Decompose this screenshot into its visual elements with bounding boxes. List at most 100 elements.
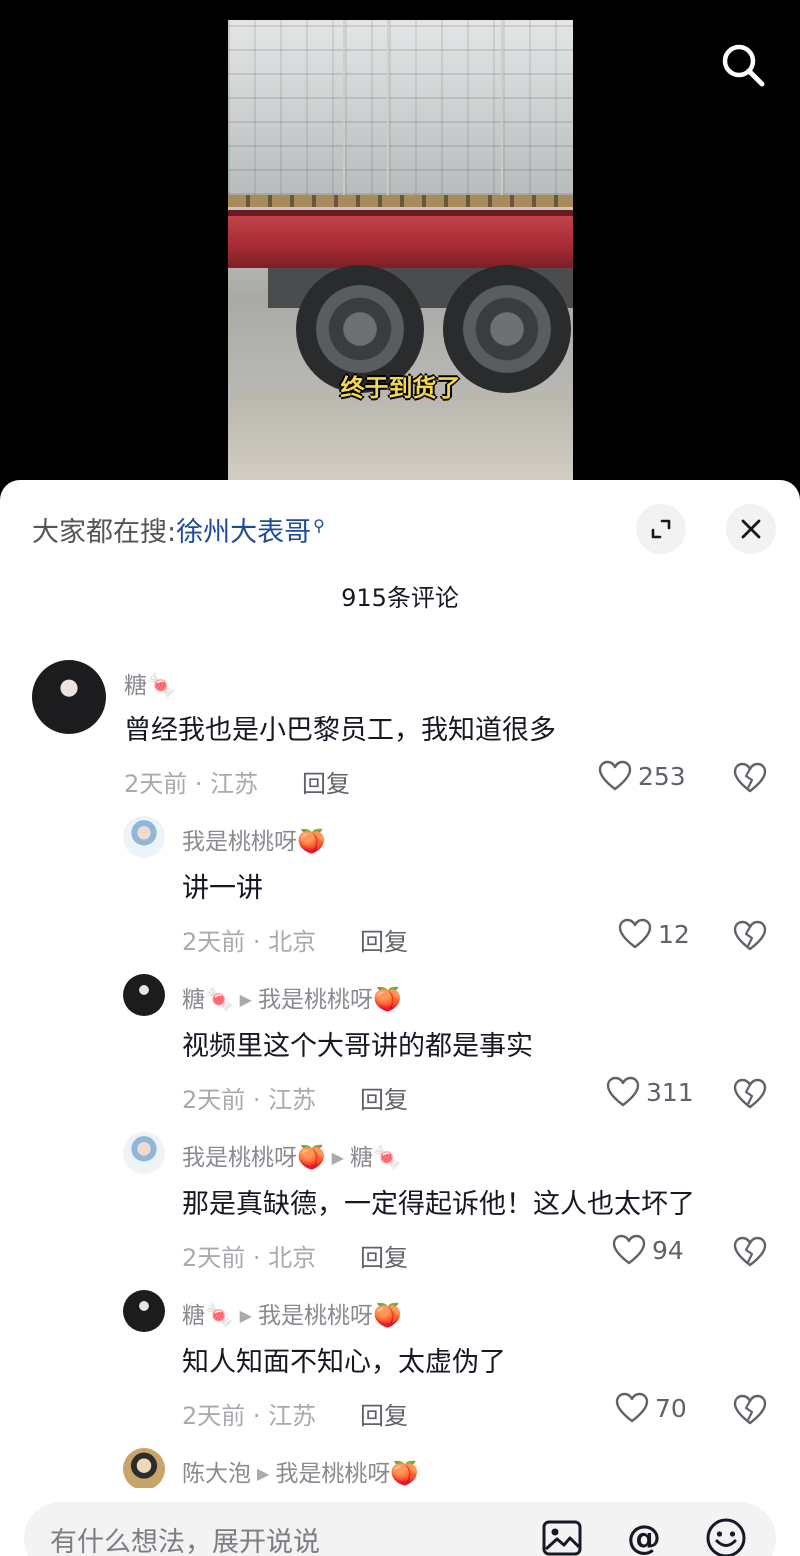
comment-text: 视频里这个大哥讲的都是事实 [182, 1031, 533, 1062]
expand-button[interactable] [636, 504, 686, 554]
cargo-stack [503, 20, 573, 195]
expand-icon [651, 519, 671, 539]
like-count: 253 [638, 761, 686, 791]
username-text: 糖🍬 [182, 1303, 234, 1329]
image-icon [542, 1520, 582, 1556]
reply-button[interactable]: 回复 [360, 1396, 408, 1431]
like-count: 94 [652, 1235, 684, 1265]
comment-text: 曾经我也是小巴黎员工，我知道很多 [124, 715, 556, 746]
username-text: 陈大泡 [182, 1461, 251, 1487]
close-button[interactable] [726, 504, 776, 554]
like-button[interactable]: 311 [606, 1076, 694, 1108]
search-icon [722, 44, 765, 87]
broken-heart-icon [733, 762, 767, 793]
avatar[interactable] [123, 974, 165, 1016]
image-button[interactable] [540, 1516, 584, 1556]
comment-input[interactable]: 有什么想法，展开说说 @ [24, 1502, 776, 1556]
reply-item: 我是桃桃呀🍑 讲一讲 2天前 · 北京 回复 12 [0, 814, 800, 964]
emoji-button[interactable] [704, 1516, 748, 1556]
video-frame: 终于到货了 [228, 20, 573, 480]
reply-button[interactable]: 回复 [302, 764, 350, 799]
truck-bed [228, 210, 573, 268]
comment-count: 915条评论 [341, 584, 459, 612]
broken-heart-icon [733, 1236, 767, 1267]
reply-item: 糖🍬 ▶ 我是桃桃呀🍑 知人知面不知心，太虚伪了 2天前 · 江苏 回复 70 [0, 1288, 800, 1438]
like-button[interactable]: 12 [618, 918, 690, 950]
like-count: 70 [655, 1393, 687, 1423]
reply-to-username: 我是桃桃呀🍑 [275, 1461, 419, 1487]
like-button[interactable]: 253 [598, 760, 686, 792]
search-button[interactable] [718, 40, 768, 90]
comment-sheet: 大家都在搜:徐州大表哥 ⚲ 915条评论 糖🍬 曾经我也是小巴黎员工，我知道很多 … [0, 480, 800, 1556]
comment-text: 那是真缺德，一定得起诉他！这人也太坏了 [182, 1189, 695, 1220]
emoji-icon [706, 1518, 746, 1556]
reply-arrow-icon: ▶ [239, 1306, 252, 1325]
cargo-stack [228, 20, 343, 195]
mention-button[interactable]: @ [622, 1516, 666, 1556]
broken-heart-icon [733, 920, 767, 951]
reply-button[interactable]: 回复 [360, 922, 408, 957]
avatar[interactable] [123, 1290, 165, 1332]
like-count: 311 [646, 1077, 694, 1107]
like-button[interactable]: 94 [612, 1234, 684, 1266]
comment-item: 糖🍬 曾经我也是小巴黎员工，我知道很多 2天前 · 江苏 回复 253 [0, 656, 800, 806]
comment-username[interactable]: 糖🍬 ▶ 我是桃桃呀🍑 [182, 1296, 402, 1330]
road [228, 392, 573, 480]
username-text: 糖🍬 [124, 673, 176, 699]
reply-item: 我是桃桃呀🍑 ▶ 糖🍬 那是真缺德，一定得起诉他！这人也太坏了 2天前 · 北京 回… [0, 1130, 800, 1280]
close-icon [741, 519, 761, 539]
broken-heart-icon [733, 1078, 767, 1109]
video-player[interactable]: 终于到货了 [0, 0, 800, 500]
pallet [228, 195, 573, 207]
username-text: 我是桃桃呀🍑 [182, 1145, 326, 1171]
like-button[interactable]: 70 [615, 1392, 687, 1424]
reply-arrow-icon: ▶ [239, 990, 252, 1009]
svg-text:@: @ [627, 1518, 661, 1556]
dislike-button[interactable] [733, 1394, 767, 1426]
avatar[interactable] [123, 816, 165, 858]
comment-text: 知人知面不知心，太虚伪了 [182, 1347, 506, 1378]
avatar[interactable] [32, 660, 106, 734]
video-caption: 终于到货了 [340, 374, 461, 402]
cargo-stack [345, 20, 387, 195]
magnifier-icon: ⚲ [313, 516, 325, 535]
comment-username[interactable]: 我是桃桃呀🍑 [182, 822, 326, 856]
username-text: 糖🍬 [182, 987, 234, 1013]
heart-icon [618, 918, 652, 949]
reply-button[interactable]: 回复 [360, 1080, 408, 1115]
heart-icon [598, 760, 632, 791]
reply-arrow-icon: ▶ [257, 1464, 270, 1483]
comment-username[interactable]: 糖🍬 ▶ 我是桃桃呀🍑 [182, 980, 402, 1014]
dislike-button[interactable] [733, 762, 767, 794]
comment-text: 讲一讲 [182, 873, 263, 904]
dislike-button[interactable] [733, 920, 767, 952]
trending-label: 大家都在搜: [32, 517, 177, 548]
comment-meta: 2天前 · 北京 [182, 1244, 317, 1272]
avatar[interactable] [123, 1448, 165, 1490]
comment-meta: 2天前 · 江苏 [182, 1086, 317, 1114]
avatar[interactable] [123, 1132, 165, 1174]
heart-icon [615, 1392, 649, 1423]
comment-input-bar: 有什么想法，展开说说 @ [0, 1488, 800, 1556]
comment-meta: 2天前 · 北京 [182, 928, 317, 956]
reply-to-username: 我是桃桃呀🍑 [257, 1303, 402, 1329]
comment-username[interactable]: 陈大泡 ▶ 我是桃桃呀🍑 [182, 1454, 419, 1488]
cargo-stack [389, 20, 501, 195]
reply-arrow-icon: ▶ [331, 1148, 344, 1167]
comment-meta: 2天前 · 江苏 [124, 770, 259, 798]
dislike-button[interactable] [733, 1078, 767, 1110]
reply-item: 糖🍬 ▶ 我是桃桃呀🍑 视频里这个大哥讲的都是事实 2天前 · 江苏 回复 311 [0, 972, 800, 1122]
like-count: 12 [658, 919, 690, 949]
username-text: 我是桃桃呀🍑 [182, 829, 326, 855]
heart-icon [612, 1234, 646, 1265]
trending-term[interactable]: 徐州大表哥 [176, 517, 311, 548]
reply-to-username: 糖🍬 [349, 1145, 402, 1171]
reply-to-username: 我是桃桃呀🍑 [257, 987, 402, 1013]
comment-username[interactable]: 糖🍬 [124, 666, 176, 700]
dislike-button[interactable] [733, 1236, 767, 1268]
trending-search[interactable]: 大家都在搜:徐州大表哥 ⚲ [32, 510, 325, 549]
reply-button[interactable]: 回复 [360, 1238, 408, 1273]
broken-heart-icon [733, 1394, 767, 1425]
comment-username[interactable]: 我是桃桃呀🍑 ▶ 糖🍬 [182, 1138, 402, 1172]
at-icon: @ [627, 1518, 661, 1556]
